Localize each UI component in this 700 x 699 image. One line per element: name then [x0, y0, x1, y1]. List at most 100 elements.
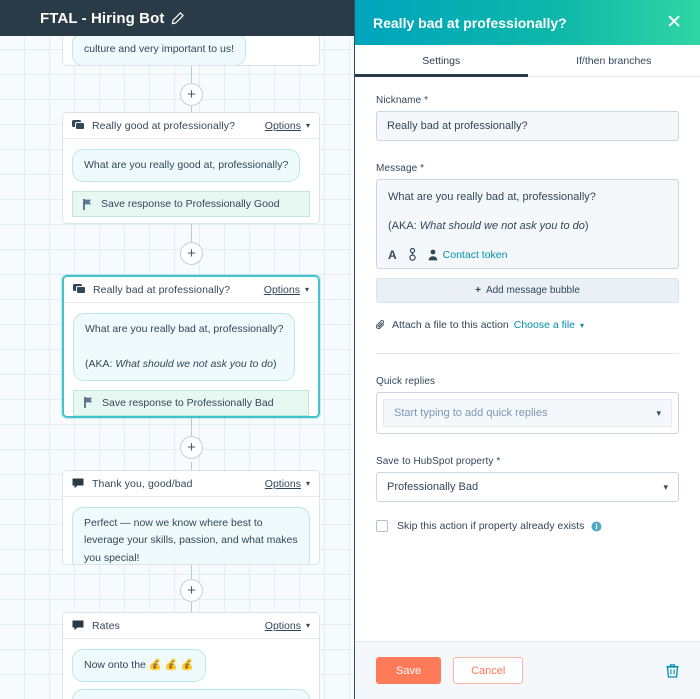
plus-icon: +: [475, 285, 481, 296]
flag-icon: [83, 198, 92, 210]
save-response-label: Save response to Professionally Good: [101, 198, 280, 211]
flow-card-header[interactable]: Really bad at professionally? Options ▾: [64, 277, 318, 303]
quick-replies-input[interactable]: Start typing to add quick replies ▾: [383, 399, 672, 427]
close-icon[interactable]: ✕: [662, 11, 686, 34]
trash-icon[interactable]: [666, 663, 679, 678]
bot-title: FTAL - Hiring Bot: [40, 9, 165, 27]
bubble-aka-italic: What should we not ask you to do: [115, 357, 273, 370]
message-aka-prefix: (AKA:: [388, 219, 420, 232]
message-bubble: Perfect — now we know where best to leve…: [72, 507, 310, 564]
save-response-row: Save response to Professionally Bad: [73, 389, 309, 416]
skip-action-label: Skip this action if property already exi…: [397, 520, 585, 532]
flow-card-really-good[interactable]: Really good at professionally? Options ▾…: [62, 112, 320, 224]
message-bubble: Now onto the 💰 💰 💰: [72, 649, 206, 683]
double-speech-bubble-icon: [73, 284, 86, 295]
flow-card-header[interactable]: Really good at professionally? Options ▾: [63, 113, 319, 139]
panel-title: Really bad at professionally?: [373, 14, 567, 31]
flow-card-thank-you[interactable]: Thank you, good/bad Options ▾ Perfect — …: [62, 470, 320, 565]
insert-icon[interactable]: [408, 248, 417, 261]
choose-file-link[interactable]: Choose a file: [514, 319, 575, 331]
app-titlebar: FTAL - Hiring Bot: [0, 0, 356, 36]
flow-card-header[interactable]: Thank you, good/bad Options ▾: [63, 471, 319, 497]
chatflow-canvas[interactable]: Options ▾ culture and very important to …: [0, 0, 356, 699]
nickname-label: Nickname *: [376, 95, 429, 106]
nickname-value: Really bad at professionally?: [387, 120, 528, 132]
info-icon[interactable]: [591, 521, 602, 532]
bubble-aka-suffix: ): [272, 357, 277, 370]
chevron-down-icon[interactable]: ▾: [305, 285, 309, 294]
flow-card-options-link[interactable]: Options: [265, 478, 301, 490]
bubble-aka-prefix: (AKA:: [85, 357, 116, 370]
save-response-label: Save response to Professionally Bad: [102, 396, 274, 409]
flow-card-really-bad[interactable]: Really bad at professionally? Options ▾ …: [62, 275, 320, 418]
save-property-value: Professionally Bad: [387, 481, 479, 493]
quick-replies-label: Quick replies: [376, 376, 436, 387]
add-step-button[interactable]: +: [180, 83, 203, 106]
message-bubble: culture and very important to us!: [72, 33, 246, 65]
panel-header: Really bad at professionally? ✕: [355, 0, 700, 45]
flow-card-rates[interactable]: Rates Options ▾ Now onto the 💰 💰 💰 We'd …: [62, 612, 320, 699]
tab-ifthen-branches[interactable]: If/then branches: [528, 45, 700, 76]
message-toolbar[interactable]: A Contact token: [388, 248, 667, 261]
chevron-down-icon[interactable]: ▾: [656, 408, 661, 419]
flow-card-options-link[interactable]: Options: [264, 284, 300, 296]
attach-file-label: Attach a file to this action: [392, 319, 509, 331]
tab-settings-label: Settings: [422, 54, 461, 67]
add-step-button[interactable]: +: [180, 436, 203, 459]
flow-card-header[interactable]: Rates Options ▾: [63, 613, 319, 639]
message-aka-suffix: ): [584, 219, 589, 232]
message-bubble: What are you really bad at, professional…: [73, 313, 296, 381]
chevron-down-icon[interactable]: ▾: [306, 479, 310, 488]
message-editor[interactable]: What are you really bad at, professional…: [376, 179, 679, 269]
save-property-label: Save to HubSpot property *: [376, 456, 501, 467]
tab-ifthen-branches-label: If/then branches: [576, 54, 652, 67]
action-settings-panel: Really bad at professionally? ✕ Settings…: [354, 0, 700, 699]
chevron-down-icon[interactable]: ▾: [580, 321, 584, 330]
chevron-down-icon[interactable]: ▾: [663, 482, 668, 493]
panel-footer: Save Cancel: [355, 641, 700, 699]
save-response-row: Save response to Professionally Good: [72, 191, 310, 218]
app-root: Options ▾ culture and very important to …: [0, 0, 700, 699]
person-token-icon: [428, 249, 438, 260]
add-step-button[interactable]: +: [180, 242, 203, 265]
bubble-line-1: What are you really bad at, professional…: [85, 323, 284, 335]
flow-card-title: Thank you, good/bad: [92, 477, 193, 490]
quick-replies-placeholder: Start typing to add quick replies: [394, 407, 548, 419]
message-line-2: (AKA: What should we not ask you to do): [388, 218, 667, 235]
paperclip-icon: [376, 319, 386, 331]
skip-action-row: Skip this action if property already exi…: [376, 520, 679, 532]
flow-card-title: Rates: [92, 619, 120, 632]
tab-settings[interactable]: Settings: [355, 45, 528, 77]
flag-icon: [84, 397, 93, 409]
message-bubble: What are you really good at, professiona…: [72, 149, 301, 183]
text-format-icon[interactable]: A: [388, 249, 397, 261]
message-line-1: What are you really bad at, professional…: [388, 191, 596, 203]
chevron-down-icon[interactable]: ▾: [306, 621, 310, 630]
save-button[interactable]: Save: [376, 657, 442, 684]
nickname-input[interactable]: Really bad at professionally?: [376, 111, 679, 141]
speech-bubble-icon: [72, 478, 85, 489]
flow-card-options-link[interactable]: Options: [265, 120, 301, 132]
chevron-down-icon[interactable]: ▾: [306, 121, 310, 130]
save-property-select[interactable]: Professionally Bad ▾: [376, 472, 679, 502]
message-bubble: We'd like to understand your standard ho…: [72, 689, 310, 699]
double-speech-bubble-icon: [72, 120, 85, 131]
message-aka-italic: What should we not ask you to do: [419, 219, 585, 232]
pencil-icon[interactable]: [171, 11, 185, 25]
attach-file-row: Attach a file to this action Choose a fi…: [376, 319, 679, 331]
panel-tabs[interactable]: Settings If/then branches: [355, 45, 700, 77]
add-message-bubble-button[interactable]: + Add message bubble: [376, 278, 679, 303]
cancel-button[interactable]: Cancel: [453, 657, 524, 684]
contact-token-label: Contact token: [442, 248, 508, 261]
quick-replies-field[interactable]: Start typing to add quick replies ▾: [376, 392, 679, 434]
flow-card-title: Really bad at professionally?: [93, 283, 231, 296]
contact-token-button[interactable]: Contact token: [428, 248, 508, 261]
speech-bubble-icon: [72, 620, 85, 631]
add-message-bubble-label: Add message bubble: [485, 285, 580, 296]
flow-card-title: Really good at professionally?: [92, 119, 236, 132]
panel-body: Nickname * Really bad at professionally?…: [355, 77, 700, 641]
skip-action-checkbox[interactable]: [376, 520, 388, 532]
message-label: Message *: [376, 163, 425, 174]
flow-card-options-link[interactable]: Options: [265, 620, 301, 632]
add-step-button[interactable]: +: [180, 579, 203, 602]
